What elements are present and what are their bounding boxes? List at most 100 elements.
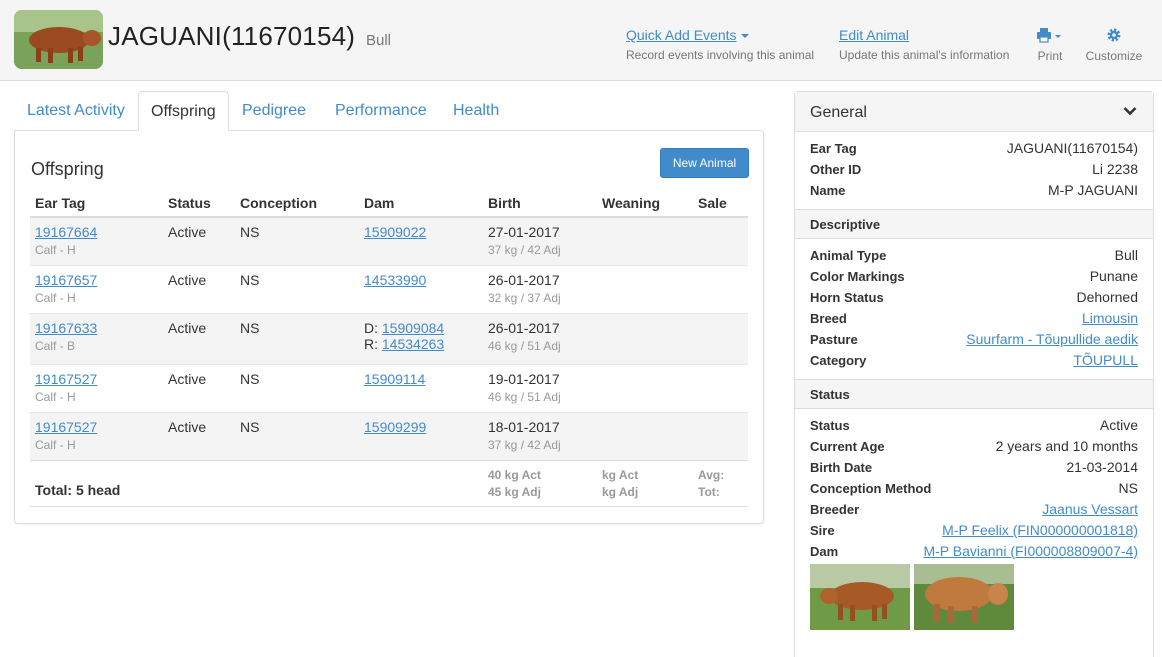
- sale-cell: [693, 312, 748, 364]
- sire-link[interactable]: M-P Feelix (FIN000000001818): [942, 520, 1138, 541]
- field-label: Ear Tag: [810, 141, 857, 156]
- ear-tag-link[interactable]: 19167527: [35, 371, 97, 387]
- field-label: Color Markings: [810, 269, 905, 284]
- weaning-cell: [597, 363, 693, 412]
- field-label: Breed: [810, 311, 847, 326]
- field-value: Dehorned: [1076, 289, 1139, 305]
- weaning-cell: [597, 411, 693, 460]
- tab-latest-activity[interactable]: Latest Activity: [15, 91, 137, 131]
- birth-weight: 32 kg / 37 Adj: [488, 290, 561, 305]
- field-label: Current Age: [810, 439, 885, 454]
- breed-link[interactable]: Limousin: [1082, 308, 1138, 329]
- pasture-link[interactable]: Suurfarm - Tõupullide aedik: [966, 329, 1138, 350]
- col-weaning[interactable]: Weaning: [597, 189, 693, 218]
- print-label: Print: [1037, 49, 1063, 63]
- dam-link[interactable]: M-P Bavianni (FI000008809007-4): [923, 541, 1138, 562]
- breeder-link[interactable]: Jaanus Vessart: [1042, 499, 1138, 520]
- field-dam: Dam M-P Bavianni (FI000008809007-4): [795, 541, 1153, 562]
- field-ear-tag: Ear Tag JAGUANI(11670154): [795, 138, 1153, 159]
- status-cell: Active: [163, 264, 235, 313]
- field-color-markings: Color Markings Punane: [795, 266, 1153, 287]
- ear-tag-link[interactable]: 19167664: [35, 224, 97, 240]
- animal-avatar: [14, 10, 103, 69]
- birth-date: 26-01-2017: [488, 271, 560, 288]
- field-value: NS: [1118, 480, 1138, 496]
- ear-tag-link[interactable]: 19167633: [35, 320, 97, 336]
- field-other-id: Other ID Li 2238: [795, 159, 1153, 180]
- calf-type: Calf - H: [35, 437, 76, 452]
- quick-add-description: Record events involving this animal: [626, 48, 815, 62]
- category-link[interactable]: TÕUPULL: [1073, 350, 1138, 371]
- tab-pedigree[interactable]: Pedigree: [230, 91, 318, 131]
- conception-cell: NS: [235, 312, 359, 364]
- field-label: Birth Date: [810, 460, 873, 475]
- field-label: Other ID: [810, 162, 862, 177]
- quick-add-events-dropdown[interactable]: Quick Add Events: [626, 27, 814, 43]
- status-fields: Status Active Current Age 2 years and 10 m…: [795, 409, 1153, 562]
- dam-link[interactable]: 15909299: [364, 419, 426, 435]
- offspring-panel: Offspring New Animal Ear Tag Status Conc…: [14, 130, 764, 524]
- dam-link[interactable]: 14533990: [364, 272, 426, 288]
- general-panel: General Ear Tag JAGUANI(11670154) Other I…: [794, 91, 1154, 657]
- field-label: Animal Type: [810, 248, 887, 263]
- general-fields: Ear Tag JAGUANI(11670154) Other ID Li 2238…: [795, 132, 1153, 209]
- sale-avg: Avg:: [698, 467, 725, 482]
- col-sale[interactable]: Sale: [693, 189, 748, 218]
- animal-photo[interactable]: [914, 564, 1014, 630]
- birth-date: 27-01-2017: [488, 224, 560, 240]
- col-birth[interactable]: Birth: [483, 189, 597, 218]
- status-cell: Active: [163, 363, 235, 412]
- edit-animal-link[interactable]: Edit Animal: [839, 27, 1009, 43]
- table-row: 19167527 Calf - H Active NS 15909299 18-0…: [30, 411, 748, 460]
- tab-performance[interactable]: Performance: [323, 91, 439, 131]
- field-value: Li 2238: [1092, 161, 1138, 177]
- new-animal-button[interactable]: New Animal: [660, 148, 749, 178]
- field-label: Sire: [810, 523, 835, 538]
- dam-link[interactable]: 15909084: [382, 320, 444, 336]
- dam-link[interactable]: 15909114: [364, 371, 425, 387]
- quick-add-events: Quick Add Events Record events involving…: [626, 27, 814, 62]
- field-current-age: Current Age 2 years and 10 months: [795, 436, 1153, 457]
- sale-cell: [693, 264, 748, 313]
- field-horn-status: Horn Status Dehorned: [795, 287, 1153, 308]
- dam-link[interactable]: 15909022: [364, 224, 426, 240]
- caret-down-icon: [740, 34, 749, 39]
- birth-weight: 37 kg / 42 Adj: [488, 243, 561, 257]
- chevron-down-icon[interactable]: [1123, 104, 1137, 118]
- ear-tag-link[interactable]: 19167527: [35, 419, 97, 435]
- status-cell: Active: [163, 312, 235, 364]
- sale-cell: [693, 363, 748, 412]
- status-cell: Active: [163, 411, 235, 460]
- birth-date: 26-01-2017: [488, 319, 560, 336]
- table-header-row: Ear Tag Status Conception Dam Birth Wean…: [30, 189, 748, 218]
- recipient-link[interactable]: 14534263: [382, 336, 444, 352]
- print-button[interactable]: Print: [1034, 27, 1066, 63]
- field-value: 21-03-2014: [1066, 459, 1138, 475]
- tab-health[interactable]: Health: [441, 91, 511, 131]
- ear-tag-link[interactable]: 19167657: [35, 272, 97, 288]
- birth-weight: 37 kg / 42 Adj: [488, 437, 561, 452]
- general-panel-header[interactable]: General: [795, 92, 1153, 132]
- table-row: 19167664 Calf - H Active NS 15909022 27-0…: [30, 216, 748, 265]
- weaning-cell: [597, 312, 693, 364]
- calf-type: Calf - H: [35, 389, 76, 404]
- sale-total: Tot:: [698, 484, 720, 499]
- birth-date: 18-01-2017: [488, 418, 560, 435]
- col-conception[interactable]: Conception: [235, 189, 359, 218]
- field-name: Name M-P JAGUANI: [795, 180, 1153, 201]
- birth-weight: 46 kg / 51 Adj: [488, 338, 561, 353]
- totals-row: Total: 5 head 40 kg Act 45 kg Adj kg Act k…: [30, 459, 748, 507]
- col-status[interactable]: Status: [163, 189, 235, 218]
- col-dam[interactable]: Dam: [359, 189, 483, 218]
- tab-offspring[interactable]: Offspring: [138, 91, 229, 131]
- page-title: JAGUANI(11670154): [108, 21, 356, 51]
- edit-animal: Edit Animal Update this animal's informa…: [839, 27, 1009, 62]
- birth-date: 19-01-2017: [488, 370, 560, 387]
- birth-avg-adj: 45 kg Adj: [488, 484, 541, 499]
- animal-photo[interactable]: [810, 564, 910, 630]
- weaning-avg-act: kg Act: [602, 467, 639, 482]
- descriptive-section-header: Descriptive: [795, 209, 1153, 239]
- field-value: Active: [1099, 417, 1138, 433]
- customize-button[interactable]: Customize: [1084, 27, 1144, 63]
- col-ear-tag[interactable]: Ear Tag: [30, 189, 163, 218]
